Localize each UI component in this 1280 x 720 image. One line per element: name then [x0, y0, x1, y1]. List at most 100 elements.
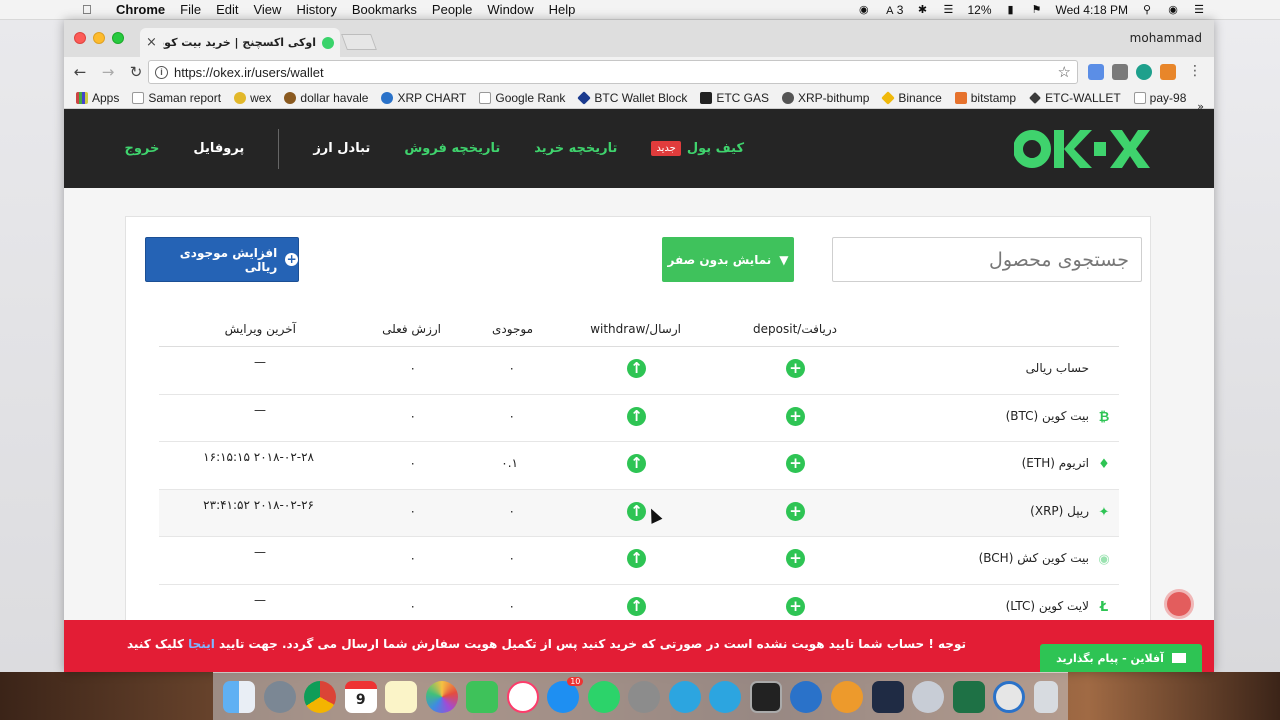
- withdraw-up-arrow-icon[interactable]: ↑: [627, 406, 646, 426]
- withdraw-up-arrow-icon[interactable]: ↑: [627, 454, 646, 473]
- bookmark-saman-report[interactable]: Saman report: [132, 91, 221, 105]
- trading-app-icon[interactable]: [871, 680, 904, 713]
- launchpad-icon[interactable]: [263, 680, 296, 713]
- deposit-plus-icon[interactable]: +: [786, 454, 805, 473]
- itunes-icon[interactable]: [506, 680, 539, 713]
- bookmark-pay-98[interactable]: pay-98: [1133, 91, 1186, 105]
- deposit-plus-icon[interactable]: +: [786, 359, 805, 378]
- show-nonzero-button[interactable]: ▼ نمایش بدون صفر: [662, 237, 794, 282]
- profile-name[interactable]: mohammad: [1130, 31, 1202, 45]
- nav-wallet[interactable]: کیف پول جدید: [651, 141, 744, 156]
- facetime-icon[interactable]: [466, 680, 499, 713]
- site-info-icon[interactable]: i: [155, 65, 168, 79]
- spotlight-search-icon[interactable]: ⚲: [1140, 4, 1154, 16]
- flag-icon[interactable]: ⚑: [1030, 4, 1044, 16]
- withdraw-up-arrow-icon[interactable]: ↑: [627, 359, 646, 378]
- bookmark-dollar-havale[interactable]: dollar havale: [284, 91, 368, 105]
- menu-history[interactable]: History: [296, 2, 336, 17]
- calendar-icon[interactable]: 9: [344, 680, 377, 713]
- bookmark-etc-gas[interactable]: ETC GAS: [700, 91, 769, 105]
- bookmark-btc-wallet-block[interactable]: BTC Wallet Block: [577, 91, 687, 105]
- menu-people[interactable]: People: [432, 2, 472, 17]
- apple-menu-icon[interactable]: : [82, 2, 100, 17]
- translate-extension-icon[interactable]: [1088, 64, 1104, 80]
- finder-icon[interactable]: [223, 680, 256, 713]
- rocket-app-icon[interactable]: [912, 680, 945, 713]
- battery-icon[interactable]: ▮: [1004, 4, 1018, 16]
- metamask-extension-icon[interactable]: [1160, 64, 1176, 80]
- nem-wallet-icon[interactable]: [830, 680, 863, 713]
- nav-exchange[interactable]: تبادل ارز: [313, 141, 370, 156]
- menu-edit[interactable]: Edit: [216, 2, 238, 17]
- notification-center-icon[interactable]: ☰: [1192, 4, 1206, 16]
- adobe-status[interactable]: A3: [883, 3, 903, 17]
- site-header: کیف پول جدید تاریخچه خرید تاریخچه فروش ت…: [64, 109, 1214, 188]
- reload-icon[interactable]: ↻: [124, 63, 148, 81]
- whatsapp-icon[interactable]: [587, 680, 620, 713]
- excel-icon[interactable]: [952, 680, 985, 713]
- product-search-input[interactable]: جستجوی محصول: [832, 237, 1142, 282]
- binance-icon: [881, 90, 896, 105]
- bookmark-etc-wallet[interactable]: ETC-WALLET: [1029, 91, 1121, 105]
- tab-active[interactable]: اوکی اکسچنج | خرید بیت کوین ارز ×: [140, 28, 340, 57]
- nav-profile[interactable]: پروفایل: [193, 141, 244, 156]
- deposit-plus-icon[interactable]: +: [786, 501, 805, 521]
- okex-logo[interactable]: [1014, 128, 1150, 170]
- quicktime-icon[interactable]: [993, 680, 1026, 713]
- add-rial-balance-button[interactable]: + افزایش موجودی ریالی: [145, 237, 299, 282]
- back-arrow-icon[interactable]: ←: [68, 63, 92, 81]
- bluetooth-icon[interactable]: ✱: [915, 4, 929, 16]
- nav-sales-history[interactable]: تاریخچه فروش: [404, 141, 500, 156]
- clock[interactable]: Wed 4:18 PM: [1056, 3, 1128, 17]
- bookmark-star-icon[interactable]: ☆: [1058, 63, 1071, 81]
- battery-percent[interactable]: 12%: [967, 3, 991, 17]
- close-window-button[interactable]: [74, 32, 86, 44]
- notes-icon[interactable]: [385, 680, 418, 713]
- deposit-plus-icon[interactable]: +: [786, 406, 805, 426]
- bookmark-google-rank[interactable]: Google Rank: [479, 91, 565, 105]
- bookmark-bitstamp[interactable]: bitstamp: [954, 91, 1016, 105]
- bookmark-binance[interactable]: Binance: [881, 90, 942, 105]
- app-store-icon[interactable]: 10: [547, 676, 584, 713]
- tab-close-icon[interactable]: ×: [146, 35, 157, 50]
- wifi-icon[interactable]: ☰: [941, 4, 955, 16]
- chrome-menu-icon[interactable]: ⋮: [1188, 63, 1202, 79]
- withdraw-up-arrow-icon[interactable]: ↑: [627, 501, 646, 521]
- bookmark-apps[interactable]: Apps: [76, 91, 119, 105]
- bookmark-xrp-bithump[interactable]: XRP-bithump: [782, 91, 869, 105]
- alert-link[interactable]: اینجا: [188, 637, 215, 651]
- nav-purchase-history[interactable]: تاریخچه خرید: [534, 141, 617, 156]
- address-bar[interactable]: i https://okex.ir/users/wallet ☆: [148, 60, 1078, 84]
- chrome-icon[interactable]: [304, 680, 337, 713]
- deposit-plus-icon[interactable]: +: [786, 549, 805, 568]
- siri-icon[interactable]: ◉: [1166, 4, 1180, 16]
- minimize-window-button[interactable]: [93, 32, 105, 44]
- telegram-icon[interactable]: [668, 680, 701, 713]
- system-preferences-icon[interactable]: [628, 680, 661, 713]
- forward-arrow-icon[interactable]: →: [96, 63, 120, 81]
- photos-icon[interactable]: [425, 680, 458, 713]
- record-icon[interactable]: ◉: [857, 4, 871, 16]
- terminal-icon[interactable]: [749, 680, 782, 713]
- deposit-plus-icon[interactable]: +: [786, 596, 805, 616]
- menu-window[interactable]: Window: [487, 2, 533, 17]
- notification-bell-button[interactable]: [1164, 589, 1194, 619]
- offline-chat-button[interactable]: آفلاین - پیام بگذارید: [1040, 644, 1202, 672]
- ripple-wallet-icon[interactable]: [790, 680, 823, 713]
- nav-logout[interactable]: خروج: [124, 141, 159, 156]
- withdraw-up-arrow-icon[interactable]: ↑: [627, 596, 646, 616]
- withdraw-up-arrow-icon[interactable]: ↑: [627, 549, 646, 568]
- menu-help[interactable]: Help: [549, 2, 576, 17]
- maximize-window-button[interactable]: [112, 32, 124, 44]
- menu-bookmarks[interactable]: Bookmarks: [352, 2, 417, 17]
- new-tab-button[interactable]: [341, 34, 377, 50]
- menu-view[interactable]: View: [253, 2, 281, 17]
- telegram-desktop-icon[interactable]: [709, 680, 742, 713]
- menu-file[interactable]: File: [180, 2, 201, 17]
- bookmark-wex[interactable]: wex: [234, 91, 271, 105]
- shield-extension-icon[interactable]: [1112, 64, 1128, 80]
- green-extension-icon[interactable]: [1136, 64, 1152, 80]
- trash-icon[interactable]: [1033, 680, 1058, 713]
- bookmark-xrp-chart[interactable]: XRP CHART: [381, 91, 466, 105]
- menu-app-name[interactable]: Chrome: [116, 2, 165, 17]
